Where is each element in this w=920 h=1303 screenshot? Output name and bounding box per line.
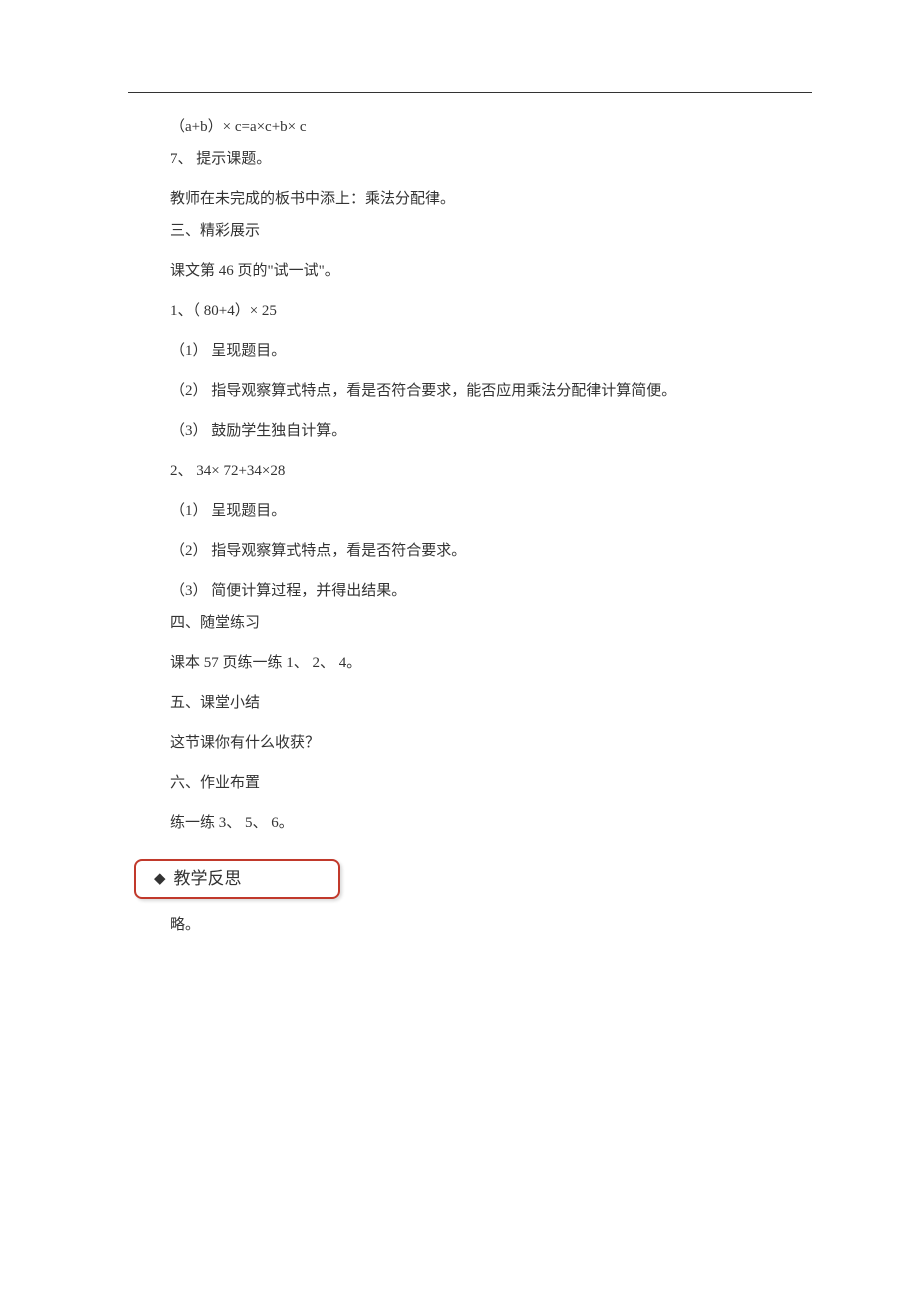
text-line: （2） 指导观察算式特点，看是否符合要求，能否应用乘法分配律计算简便。 bbox=[170, 379, 780, 403]
text-line: （3） 简便计算过程，并得出结果。 bbox=[170, 579, 780, 603]
text-line: 2、 34× 72+34×28 bbox=[170, 459, 780, 483]
callout-label: 教学反思 bbox=[174, 865, 242, 892]
text-line: 练一练 3、 5、 6。 bbox=[170, 811, 780, 835]
diamond-icon: ◆ bbox=[154, 867, 166, 891]
reflection-callout: ◆ 教学反思 bbox=[134, 859, 340, 899]
text-line: 课本 57 页练一练 1、 2、 4。 bbox=[170, 651, 780, 675]
text-line: 1、（ 80+4）× 25 bbox=[170, 299, 780, 323]
text-line: 这节课你有什么收获？ bbox=[170, 731, 780, 755]
section-heading: 三、精彩展示 bbox=[170, 219, 780, 243]
page-top-rule bbox=[128, 92, 812, 93]
text-line: （3） 鼓励学生独自计算。 bbox=[170, 419, 780, 443]
text-line: （1） 呈现题目。 bbox=[170, 499, 780, 523]
section-heading: 六、作业布置 bbox=[170, 771, 780, 795]
document-body: （a+b）× c=a×c+b× c 7、 提示课题。 教师在未完成的板书中添上：… bbox=[170, 115, 780, 953]
section-heading: 四、随堂练习 bbox=[170, 611, 780, 635]
section-heading: 五、课堂小结 bbox=[170, 691, 780, 715]
text-line: 教师在未完成的板书中添上：乘法分配律。 bbox=[170, 187, 780, 211]
text-line: 课文第 46 页的"试一试"。 bbox=[170, 259, 780, 283]
text-line: 7、 提示课题。 bbox=[170, 147, 780, 171]
text-line: （2） 指导观察算式特点，看是否符合要求。 bbox=[170, 539, 780, 563]
text-line: （a+b）× c=a×c+b× c bbox=[170, 115, 780, 139]
text-line: 略。 bbox=[170, 913, 780, 937]
text-line: （1） 呈现题目。 bbox=[170, 339, 780, 363]
